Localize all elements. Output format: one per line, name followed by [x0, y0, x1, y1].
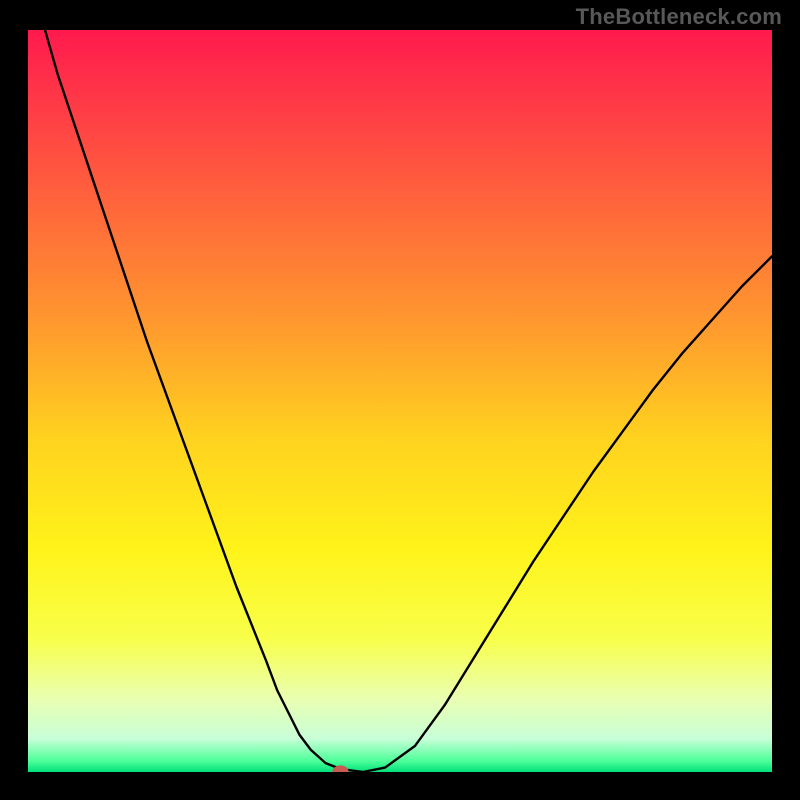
watermark-text: TheBottleneck.com	[576, 4, 782, 30]
chart-svg	[28, 30, 772, 772]
plot-area	[28, 30, 772, 772]
gradient-background	[28, 30, 772, 772]
chart-frame: TheBottleneck.com	[0, 0, 800, 800]
